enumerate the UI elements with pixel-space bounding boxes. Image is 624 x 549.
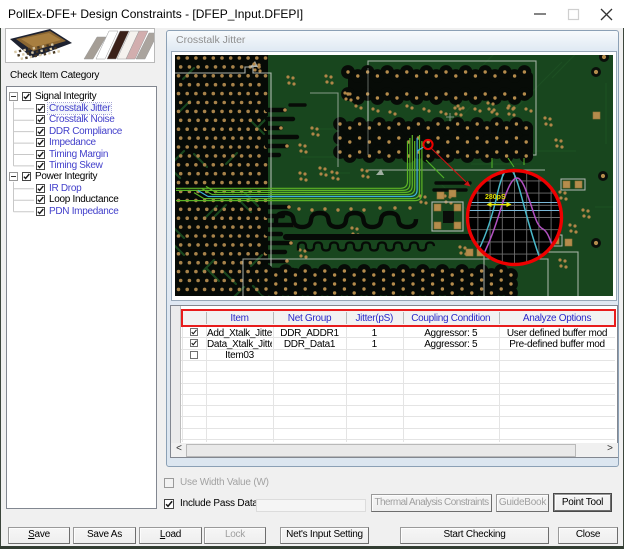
svg-text:280pS: 280pS — [485, 194, 506, 201]
